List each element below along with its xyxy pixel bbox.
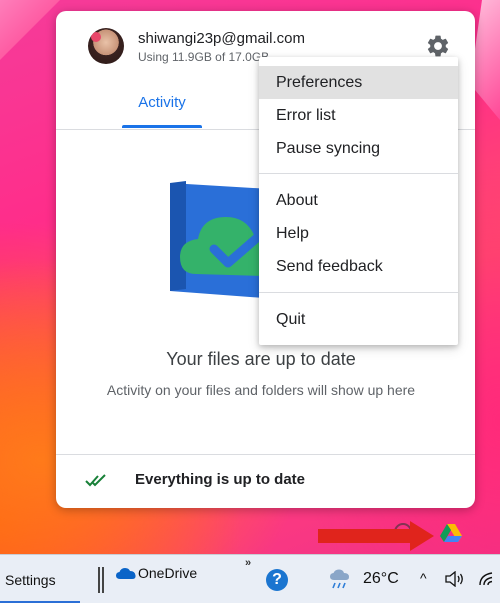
menu-item-error-list[interactable]: Error list bbox=[259, 99, 458, 132]
storage-usage: Using 11.9GB of 17.0GB bbox=[138, 50, 270, 64]
account-email: shiwangi23p@gmail.com bbox=[138, 30, 305, 47]
taskbar-separator bbox=[98, 567, 104, 593]
temperature-readout[interactable]: 26°C bbox=[363, 570, 399, 588]
wallpaper-shard bbox=[0, 0, 60, 60]
status-subtitle: Activity on your files and folders will … bbox=[106, 382, 416, 398]
avatar[interactable] bbox=[88, 28, 124, 64]
weather-rain-icon[interactable] bbox=[329, 568, 353, 590]
double-check-icon bbox=[85, 474, 106, 487]
volume-icon[interactable] bbox=[445, 571, 465, 587]
onedrive-cloud-icon bbox=[116, 568, 136, 579]
menu-item-quit[interactable]: Quit bbox=[259, 303, 458, 336]
annotation-arrow bbox=[318, 529, 414, 543]
wifi-icon[interactable] bbox=[478, 571, 498, 587]
menu-item-send-feedback[interactable]: Send feedback bbox=[259, 250, 458, 283]
menu-divider bbox=[259, 292, 458, 293]
taskbar: Settings OneDrive » ? 26°C ^ bbox=[0, 554, 500, 603]
menu-item-preferences[interactable]: Preferences bbox=[259, 66, 458, 99]
menu-divider bbox=[259, 173, 458, 174]
annotation-arrow-head bbox=[410, 521, 434, 551]
taskbar-overflow[interactable]: » bbox=[245, 557, 251, 569]
google-drive-icon[interactable] bbox=[439, 523, 463, 543]
status-title: Your files are up to date bbox=[166, 349, 356, 369]
taskbar-onedrive[interactable]: OneDrive bbox=[138, 565, 197, 581]
menu-item-pause-syncing[interactable]: Pause syncing bbox=[259, 132, 458, 165]
tab-activity-indicator bbox=[122, 125, 202, 128]
help-icon[interactable]: ? bbox=[266, 569, 288, 591]
menu-item-about[interactable]: About bbox=[259, 184, 458, 217]
gear-icon[interactable] bbox=[425, 33, 451, 59]
menu-item-help[interactable]: Help bbox=[259, 217, 458, 250]
settings-menu: Preferences Error list Pause syncing Abo… bbox=[259, 57, 458, 345]
tab-activity[interactable]: Activity bbox=[122, 83, 202, 129]
footer-divider bbox=[56, 454, 475, 455]
chevron-up-icon[interactable]: ^ bbox=[420, 570, 427, 586]
sync-status: Everything is up to date bbox=[135, 471, 306, 488]
avatar-decoration bbox=[91, 32, 101, 42]
taskbar-settings[interactable]: Settings bbox=[5, 572, 56, 588]
